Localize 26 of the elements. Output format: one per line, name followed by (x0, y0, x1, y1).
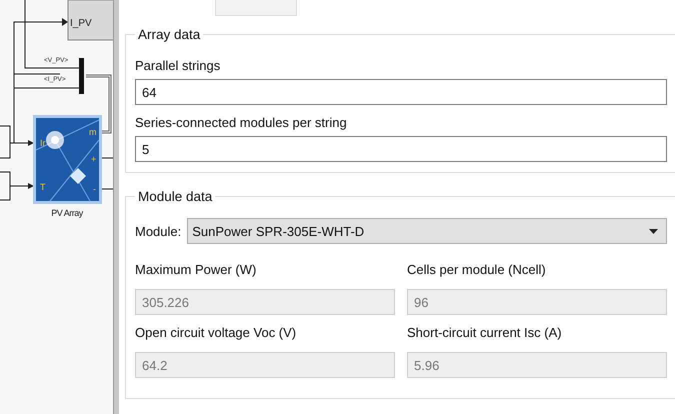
output-line (100, 158, 113, 190)
field-label: Maximum Power (W) (135, 262, 258, 277)
module-dropdown[interactable]: SunPower SPR-305E-WHT-D (187, 218, 667, 244)
group-title: Array data (137, 27, 202, 42)
port-label: m (89, 127, 96, 137)
input-field[interactable]: 64 (135, 79, 667, 105)
port-label: + (91, 154, 96, 164)
goto-block[interactable] (68, 0, 113, 40)
solar-panel-drawing[interactable] (33, 115, 102, 204)
port-label: T (40, 182, 46, 192)
field-label: Series-connected modules per string (135, 115, 348, 130)
block-name: PV Array (51, 208, 83, 218)
field-label: Module: (135, 224, 182, 238)
port-label: Ir (40, 138, 46, 148)
field-label: Open circuit voltage Voc (V) (135, 325, 298, 340)
input-bracket (0, 126, 34, 158)
port-label: - (93, 184, 96, 194)
caret-icon (649, 228, 658, 234)
field-label: Parallel strings (135, 58, 222, 73)
input-field[interactable]: 5 (135, 136, 667, 162)
input-bracket (0, 172, 34, 200)
group-title: Module data (137, 189, 214, 204)
field-label: Cells per module (Ncell) (407, 262, 547, 277)
block-label: I_PV (70, 18, 92, 29)
field-label: Short-circuit current Isc (A) (407, 325, 563, 340)
signal-arrow (14, 18, 68, 88)
